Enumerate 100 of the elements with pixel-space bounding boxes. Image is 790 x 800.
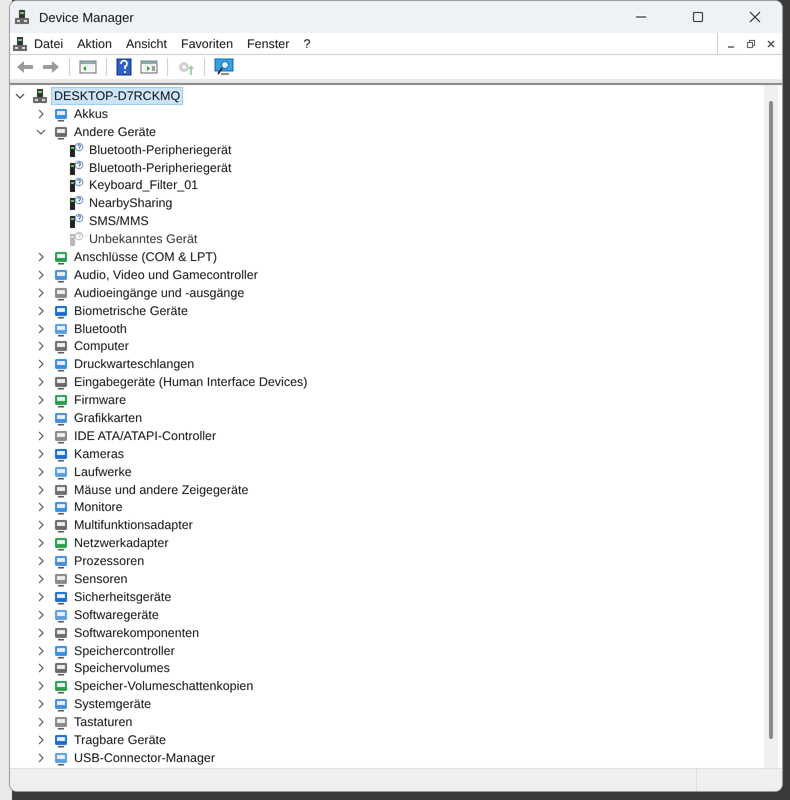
tree-item[interactable]: Netzwerkadapter	[72, 535, 170, 552]
expand-chevron-icon[interactable]	[36, 752, 46, 763]
help-icon[interactable]	[116, 58, 132, 76]
menu-item[interactable]: Ansicht	[126, 36, 167, 50]
expand-chevron-icon[interactable]	[36, 717, 46, 728]
device-icon	[53, 732, 69, 748]
menu-item[interactable]: Aktion	[77, 36, 112, 50]
expand-chevron-icon[interactable]	[36, 592, 46, 602]
tree-item[interactable]: Bluetooth	[72, 320, 129, 337]
device-icon	[53, 696, 69, 712]
menu-item[interactable]: Fenster	[247, 36, 290, 50]
tree-item[interactable]: SMS/MMS	[87, 213, 151, 230]
expand-chevron-icon[interactable]	[36, 324, 46, 334]
expand-chevron-icon[interactable]	[36, 556, 46, 566]
expand-chevron-icon[interactable]	[36, 646, 46, 656]
expand-chevron-icon[interactable]	[36, 681, 46, 692]
expand-chevron-icon[interactable]	[36, 628, 46, 638]
collapse-chevron-icon[interactable]	[36, 126, 46, 137]
device-icon	[53, 678, 69, 694]
expand-chevron-icon[interactable]	[36, 306, 46, 316]
tree-item[interactable]: Kameras	[72, 446, 126, 462]
app-icon	[14, 9, 30, 25]
expand-chevron-icon[interactable]	[36, 108, 46, 119]
tree-item[interactable]: Softwarekomponenten	[72, 624, 202, 641]
expand-chevron-icon[interactable]	[36, 288, 46, 298]
expand-chevron-icon[interactable]	[36, 270, 46, 280]
expand-chevron-icon[interactable]	[36, 412, 46, 423]
expand-chevron-icon[interactable]	[36, 341, 46, 352]
expand-chevron-icon[interactable]	[36, 610, 46, 620]
tree-item[interactable]: Andere Geräte	[72, 124, 158, 140]
device-icon	[53, 356, 69, 372]
tree-item[interactable]: Anschlüsse (COM & LPT)	[72, 248, 220, 265]
tree-item[interactable]: Softwaregeräte	[72, 606, 161, 623]
restore-icon[interactable]	[746, 38, 756, 48]
expand-chevron-icon[interactable]	[36, 377, 46, 388]
menu-item[interactable]: ?	[303, 36, 310, 50]
tree-item[interactable]: Grafikkarten	[72, 410, 144, 426]
tree-item[interactable]: Speichervolumes	[72, 660, 172, 676]
expand-chevron-icon[interactable]	[36, 359, 46, 370]
tree-item[interactable]: Sensoren	[72, 570, 130, 587]
tree-item[interactable]: Multifunktionsadapter	[72, 517, 195, 534]
expand-chevron-icon[interactable]	[36, 448, 46, 459]
expand-chevron-icon[interactable]	[36, 538, 46, 548]
expand-chevron-icon[interactable]	[36, 430, 46, 441]
app-icon[interactable]	[12, 36, 28, 52]
tree-item[interactable]: NearbySharing	[87, 195, 174, 212]
tree-item[interactable]: Druckwarteschlangen	[72, 356, 196, 372]
tree-item[interactable]: Audio, Video und Gamecontroller	[72, 266, 260, 283]
panel-icon[interactable]	[79, 59, 97, 75]
tree-item[interactable]: Laufwerke	[72, 464, 134, 480]
device-icon	[53, 660, 69, 676]
device-icon	[53, 338, 69, 354]
close-icon[interactable]	[766, 38, 776, 48]
tree-item[interactable]: Firmware	[72, 392, 128, 408]
expand-chevron-icon[interactable]	[36, 395, 46, 406]
scan-monitor-icon[interactable]	[214, 58, 234, 76]
expand-chevron-icon[interactable]	[36, 484, 46, 495]
tree-item[interactable]: Keyboard_Filter_01	[87, 177, 200, 194]
tree-item[interactable]: Akkus	[72, 106, 110, 122]
device-icon	[53, 374, 69, 390]
properties-icon[interactable]	[140, 59, 158, 75]
scrollbar[interactable]	[764, 85, 778, 768]
device-icon	[53, 517, 69, 534]
tree-item[interactable]: Speichercontroller	[72, 642, 177, 659]
computer-icon	[32, 88, 48, 104]
menu-item[interactable]: Favoriten	[180, 36, 234, 50]
tree-item[interactable]: Systemgeräte	[72, 696, 154, 712]
device-icon	[53, 499, 69, 516]
expand-chevron-icon[interactable]	[36, 502, 46, 512]
expand-chevron-icon[interactable]	[36, 699, 46, 710]
tree-item[interactable]: Bluetooth-Peripheriegerät	[87, 142, 234, 158]
expand-chevron-icon[interactable]	[36, 520, 46, 530]
window-title: Device Manager	[39, 10, 134, 24]
expand-chevron-icon[interactable]	[36, 735, 46, 745]
close-icon[interactable]	[749, 11, 761, 23]
tree-item[interactable]: Speicher-Volumeschattenkopien	[72, 678, 256, 694]
menu-item[interactable]: Datei	[34, 36, 64, 50]
tree-item[interactable]: USB-Connector-Manager	[72, 750, 218, 766]
device-icon	[53, 553, 69, 570]
expand-chevron-icon[interactable]	[36, 466, 46, 477]
tree-item[interactable]: Prozessoren	[72, 553, 146, 570]
tree-item[interactable]: Mäuse und andere Zeigegeräte	[72, 482, 250, 498]
tree-item[interactable]: IDE ATA/ATAPI-Controller	[72, 428, 218, 444]
tree-item[interactable]: Computer	[72, 338, 131, 354]
tree-item[interactable]: Biometrische Geräte	[72, 302, 190, 319]
tree-item[interactable]: Monitore	[72, 499, 125, 516]
tree-item[interactable]: Audioeingänge und -ausgänge	[72, 284, 246, 301]
device-icon	[53, 714, 69, 730]
tree-item[interactable]: Tastaturen	[72, 714, 134, 730]
tree-item[interactable]: Tragbare Geräte	[72, 732, 168, 748]
tree-item[interactable]: Eingabegeräte (Human Interface Devices)	[72, 374, 310, 390]
tree-item[interactable]: Sicherheitsgeräte	[72, 588, 174, 605]
scrollbar-thumb[interactable]	[769, 101, 773, 739]
expand-chevron-icon[interactable]	[36, 574, 46, 584]
maximize-icon[interactable]	[692, 11, 704, 23]
tree-item[interactable]: DESKTOP-D7RCKMQ	[51, 86, 184, 105]
collapse-chevron-icon[interactable]	[15, 90, 25, 101]
expand-chevron-icon[interactable]	[36, 663, 46, 674]
expand-chevron-icon[interactable]	[36, 252, 46, 262]
tree-item[interactable]: Bluetooth-Peripheriegerät	[87, 160, 234, 176]
